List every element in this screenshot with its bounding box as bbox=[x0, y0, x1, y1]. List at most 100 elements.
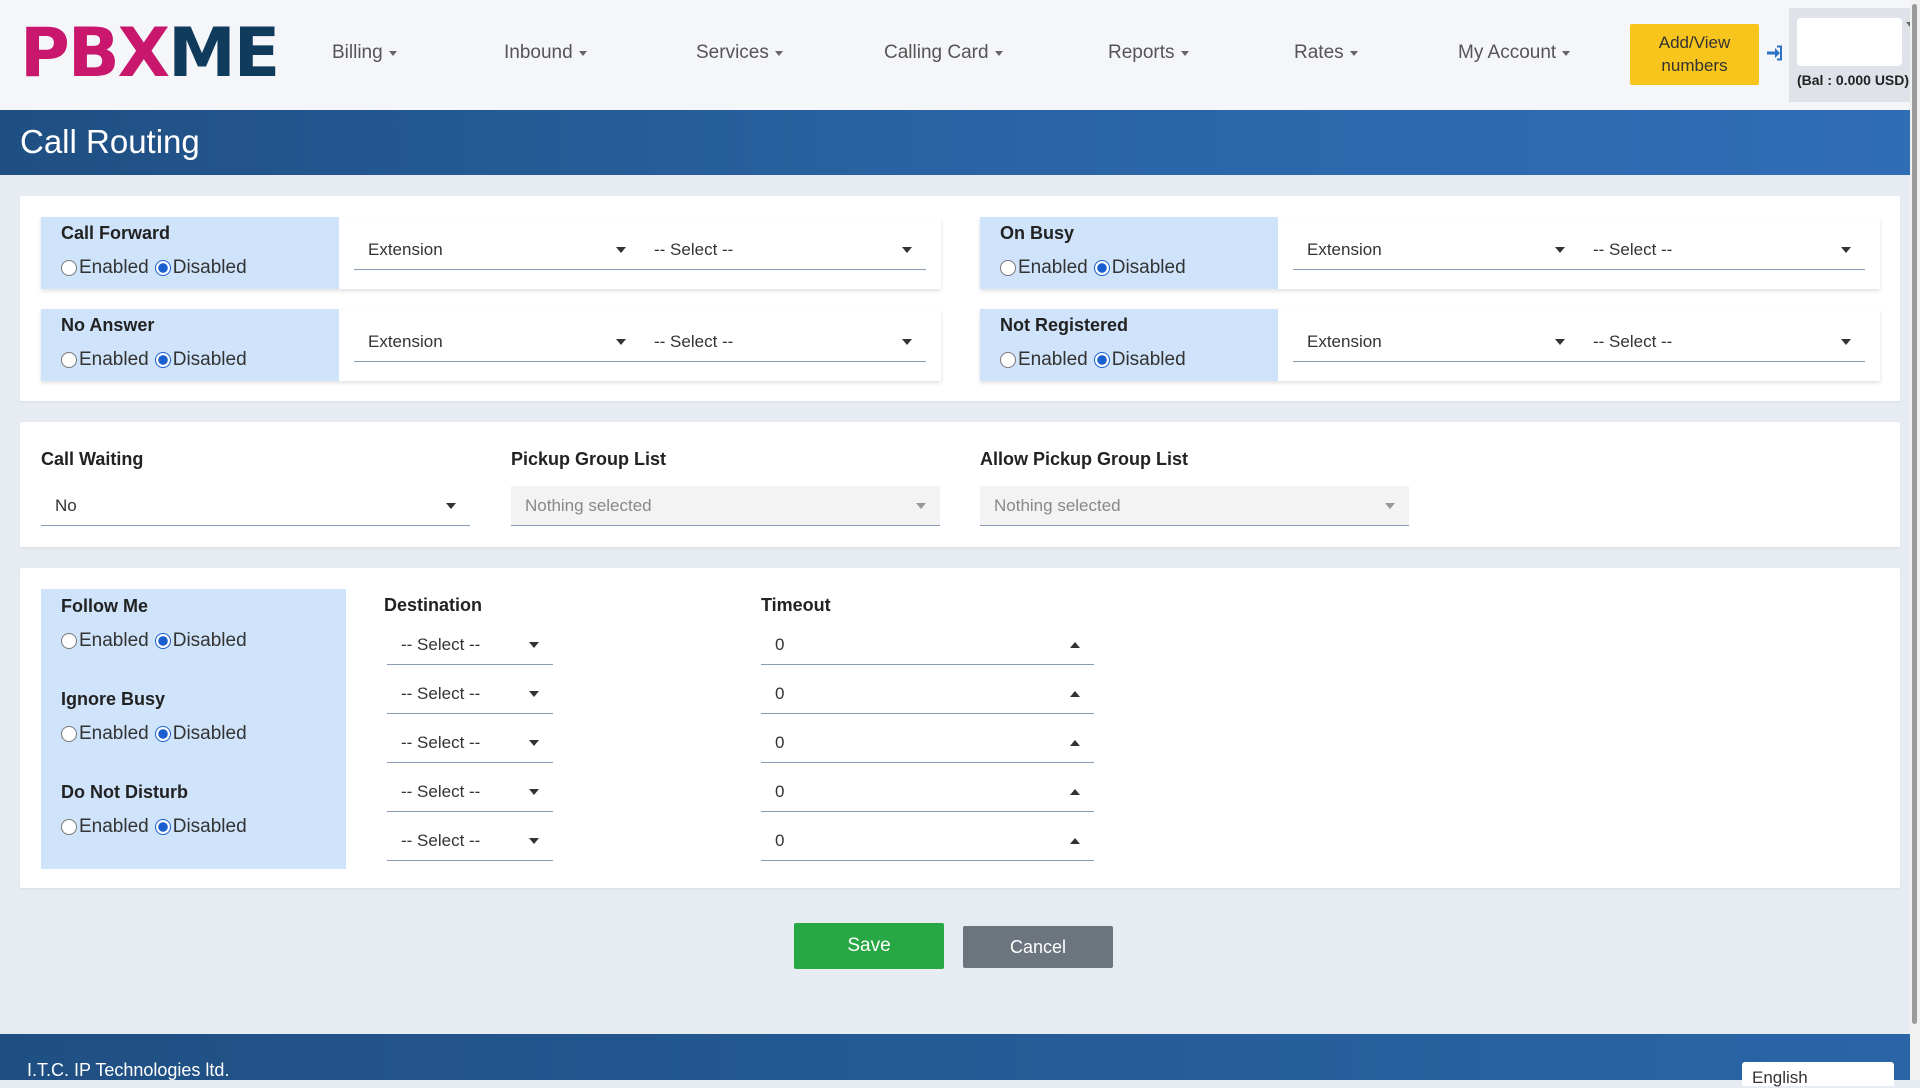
do-not-disturb-label: Do Not Disturb bbox=[61, 782, 188, 802]
nav-reports-label: Reports bbox=[1108, 42, 1175, 63]
on-busy-target-select[interactable]: -- Select -- bbox=[1579, 230, 1865, 270]
pbxme-logo[interactable]: PBX ME bbox=[20, 14, 280, 94]
follow-me-enabled-radio[interactable] bbox=[61, 633, 77, 649]
ignore-busy-label: Ignore Busy bbox=[61, 689, 166, 709]
not-registered-enabled-radio[interactable] bbox=[1000, 352, 1016, 368]
add-view-numbers-button[interactable]: Add/View numbers bbox=[1630, 24, 1759, 85]
footer-company: I.T.C. IP Technologies ltd. bbox=[27, 1060, 230, 1080]
not-registered-target-value: -- Select -- bbox=[1593, 332, 1673, 351]
not-registered-target-select[interactable]: -- Select -- bbox=[1579, 322, 1865, 362]
nav-calling-card-label: Calling Card bbox=[884, 42, 989, 63]
language-select[interactable]: English bbox=[1742, 1062, 1894, 1087]
caret-up-icon[interactable] bbox=[1070, 838, 1080, 844]
destination-select-3[interactable]: -- Select -- bbox=[387, 723, 553, 763]
call-waiting-value: No bbox=[55, 496, 77, 515]
no-answer-target-select[interactable]: -- Select -- bbox=[640, 322, 926, 362]
caret-up-icon[interactable] bbox=[1070, 642, 1080, 648]
destination-select-1[interactable]: -- Select -- bbox=[387, 625, 553, 665]
call-waiting-label: Call Waiting bbox=[41, 449, 144, 469]
timeout-value: 0 bbox=[775, 782, 785, 801]
pickup-group-list-value: Nothing selected bbox=[525, 496, 652, 515]
not-registered-type-select[interactable]: Extension bbox=[1293, 322, 1579, 362]
call-forward-type-select[interactable]: Extension bbox=[354, 230, 640, 270]
no-answer-disabled-radio[interactable] bbox=[154, 352, 171, 368]
ignore-busy-enabled-radio[interactable] bbox=[61, 726, 77, 742]
disabled-label: Disabled bbox=[172, 723, 247, 744]
call-forward-card: Call Forward Enabled Disabled Extension … bbox=[41, 217, 941, 289]
timeout-input-5[interactable]: 0 bbox=[761, 821, 1094, 861]
enabled-label: Enabled bbox=[1018, 257, 1088, 278]
nav-my-account-label: My Account bbox=[1458, 42, 1557, 63]
disabled-label: Disabled bbox=[1111, 349, 1186, 370]
on-busy-type-select[interactable]: Extension bbox=[1293, 230, 1579, 270]
on-busy-enabled-radio[interactable] bbox=[1000, 260, 1016, 276]
follow-me-disabled-radio[interactable] bbox=[154, 633, 171, 649]
on-busy-disabled-radio[interactable] bbox=[1093, 260, 1110, 276]
caret-down-icon bbox=[774, 50, 783, 56]
on-busy-radio-group: Enabled Disabled bbox=[1000, 257, 1186, 279]
caret-down-icon bbox=[1349, 50, 1358, 56]
nav-reports[interactable]: Reports bbox=[1108, 42, 1189, 64]
enabled-label: Enabled bbox=[79, 257, 149, 278]
disabled-label: Disabled bbox=[172, 349, 247, 370]
caret-up-icon[interactable] bbox=[1070, 789, 1080, 795]
sign-in-icon[interactable] bbox=[1766, 44, 1784, 62]
no-answer-enabled-radio[interactable] bbox=[61, 352, 77, 368]
destination-select-4[interactable]: -- Select -- bbox=[387, 772, 553, 812]
nav-my-account[interactable]: My Account bbox=[1458, 42, 1571, 64]
redacted-username bbox=[1797, 18, 1902, 66]
timeout-input-4[interactable]: 0 bbox=[761, 772, 1094, 812]
do-not-disturb-disabled-radio[interactable] bbox=[154, 819, 171, 835]
footer: I.T.C. IP Technologies ltd. English bbox=[0, 1034, 1910, 1087]
scrollbar-thumb[interactable] bbox=[1912, 4, 1917, 1024]
cancel-button[interactable]: Cancel bbox=[963, 926, 1113, 968]
nav-calling-card[interactable]: Calling Card bbox=[884, 42, 1003, 64]
nav-rates[interactable]: Rates bbox=[1294, 42, 1358, 64]
caret-down-icon bbox=[902, 339, 912, 345]
caret-down-icon bbox=[994, 50, 1003, 56]
call-waiting-select[interactable]: No bbox=[41, 486, 470, 526]
call-forward-target-select[interactable]: -- Select -- bbox=[640, 230, 926, 270]
call-forward-disabled-radio[interactable] bbox=[154, 260, 171, 276]
caret-down-icon bbox=[529, 691, 539, 697]
enabled-label: Enabled bbox=[79, 816, 149, 837]
nav-services-label: Services bbox=[696, 42, 769, 63]
nav-billing[interactable]: Billing bbox=[332, 42, 397, 64]
caret-down-icon bbox=[529, 789, 539, 795]
call-forward-enabled-radio[interactable] bbox=[61, 260, 77, 276]
not-registered-disabled-radio[interactable] bbox=[1093, 352, 1110, 368]
account-menu[interactable]: (Bal : 0.000 USD) bbox=[1789, 8, 1920, 102]
caret-down-icon bbox=[529, 838, 539, 844]
caret-down-icon bbox=[1562, 50, 1571, 56]
destination-value: -- Select -- bbox=[401, 684, 481, 703]
allow-pickup-group-list-select[interactable]: Nothing selected bbox=[980, 486, 1409, 526]
disabled-label: Disabled bbox=[1111, 257, 1186, 278]
enabled-label: Enabled bbox=[79, 723, 149, 744]
caret-down-icon bbox=[578, 50, 587, 56]
add-view-line-2: numbers bbox=[1661, 55, 1728, 75]
destination-value: -- Select -- bbox=[401, 831, 481, 850]
call-forward-label-box: Call Forward Enabled Disabled bbox=[41, 217, 339, 289]
caret-up-icon[interactable] bbox=[1070, 740, 1080, 746]
timeout-label: Timeout bbox=[761, 595, 831, 615]
destination-select-2[interactable]: -- Select -- bbox=[387, 674, 553, 714]
timeout-input-1[interactable]: 0 bbox=[761, 625, 1094, 665]
logo-part-1: PBX bbox=[20, 14, 170, 93]
destination-select-5[interactable]: -- Select -- bbox=[387, 821, 553, 861]
nav-services[interactable]: Services bbox=[696, 42, 783, 64]
pickup-group-list-select[interactable]: Nothing selected bbox=[511, 486, 940, 526]
not-registered-type-value: Extension bbox=[1307, 332, 1382, 351]
timeout-input-2[interactable]: 0 bbox=[761, 674, 1094, 714]
caret-down-icon bbox=[529, 642, 539, 648]
call-forward-radio-group: Enabled Disabled bbox=[61, 257, 247, 279]
ignore-busy-disabled-radio[interactable] bbox=[154, 726, 171, 742]
no-answer-type-select[interactable]: Extension bbox=[354, 322, 640, 362]
do-not-disturb-enabled-radio[interactable] bbox=[61, 819, 77, 835]
no-answer-card: No Answer Enabled Disabled Extension -- … bbox=[41, 309, 941, 381]
timeout-input-3[interactable]: 0 bbox=[761, 723, 1094, 763]
save-button[interactable]: Save bbox=[794, 923, 944, 969]
no-answer-label-box: No Answer Enabled Disabled bbox=[41, 309, 339, 381]
nav-inbound[interactable]: Inbound bbox=[504, 42, 587, 64]
destination-value: -- Select -- bbox=[401, 733, 481, 752]
caret-up-icon[interactable] bbox=[1070, 691, 1080, 697]
